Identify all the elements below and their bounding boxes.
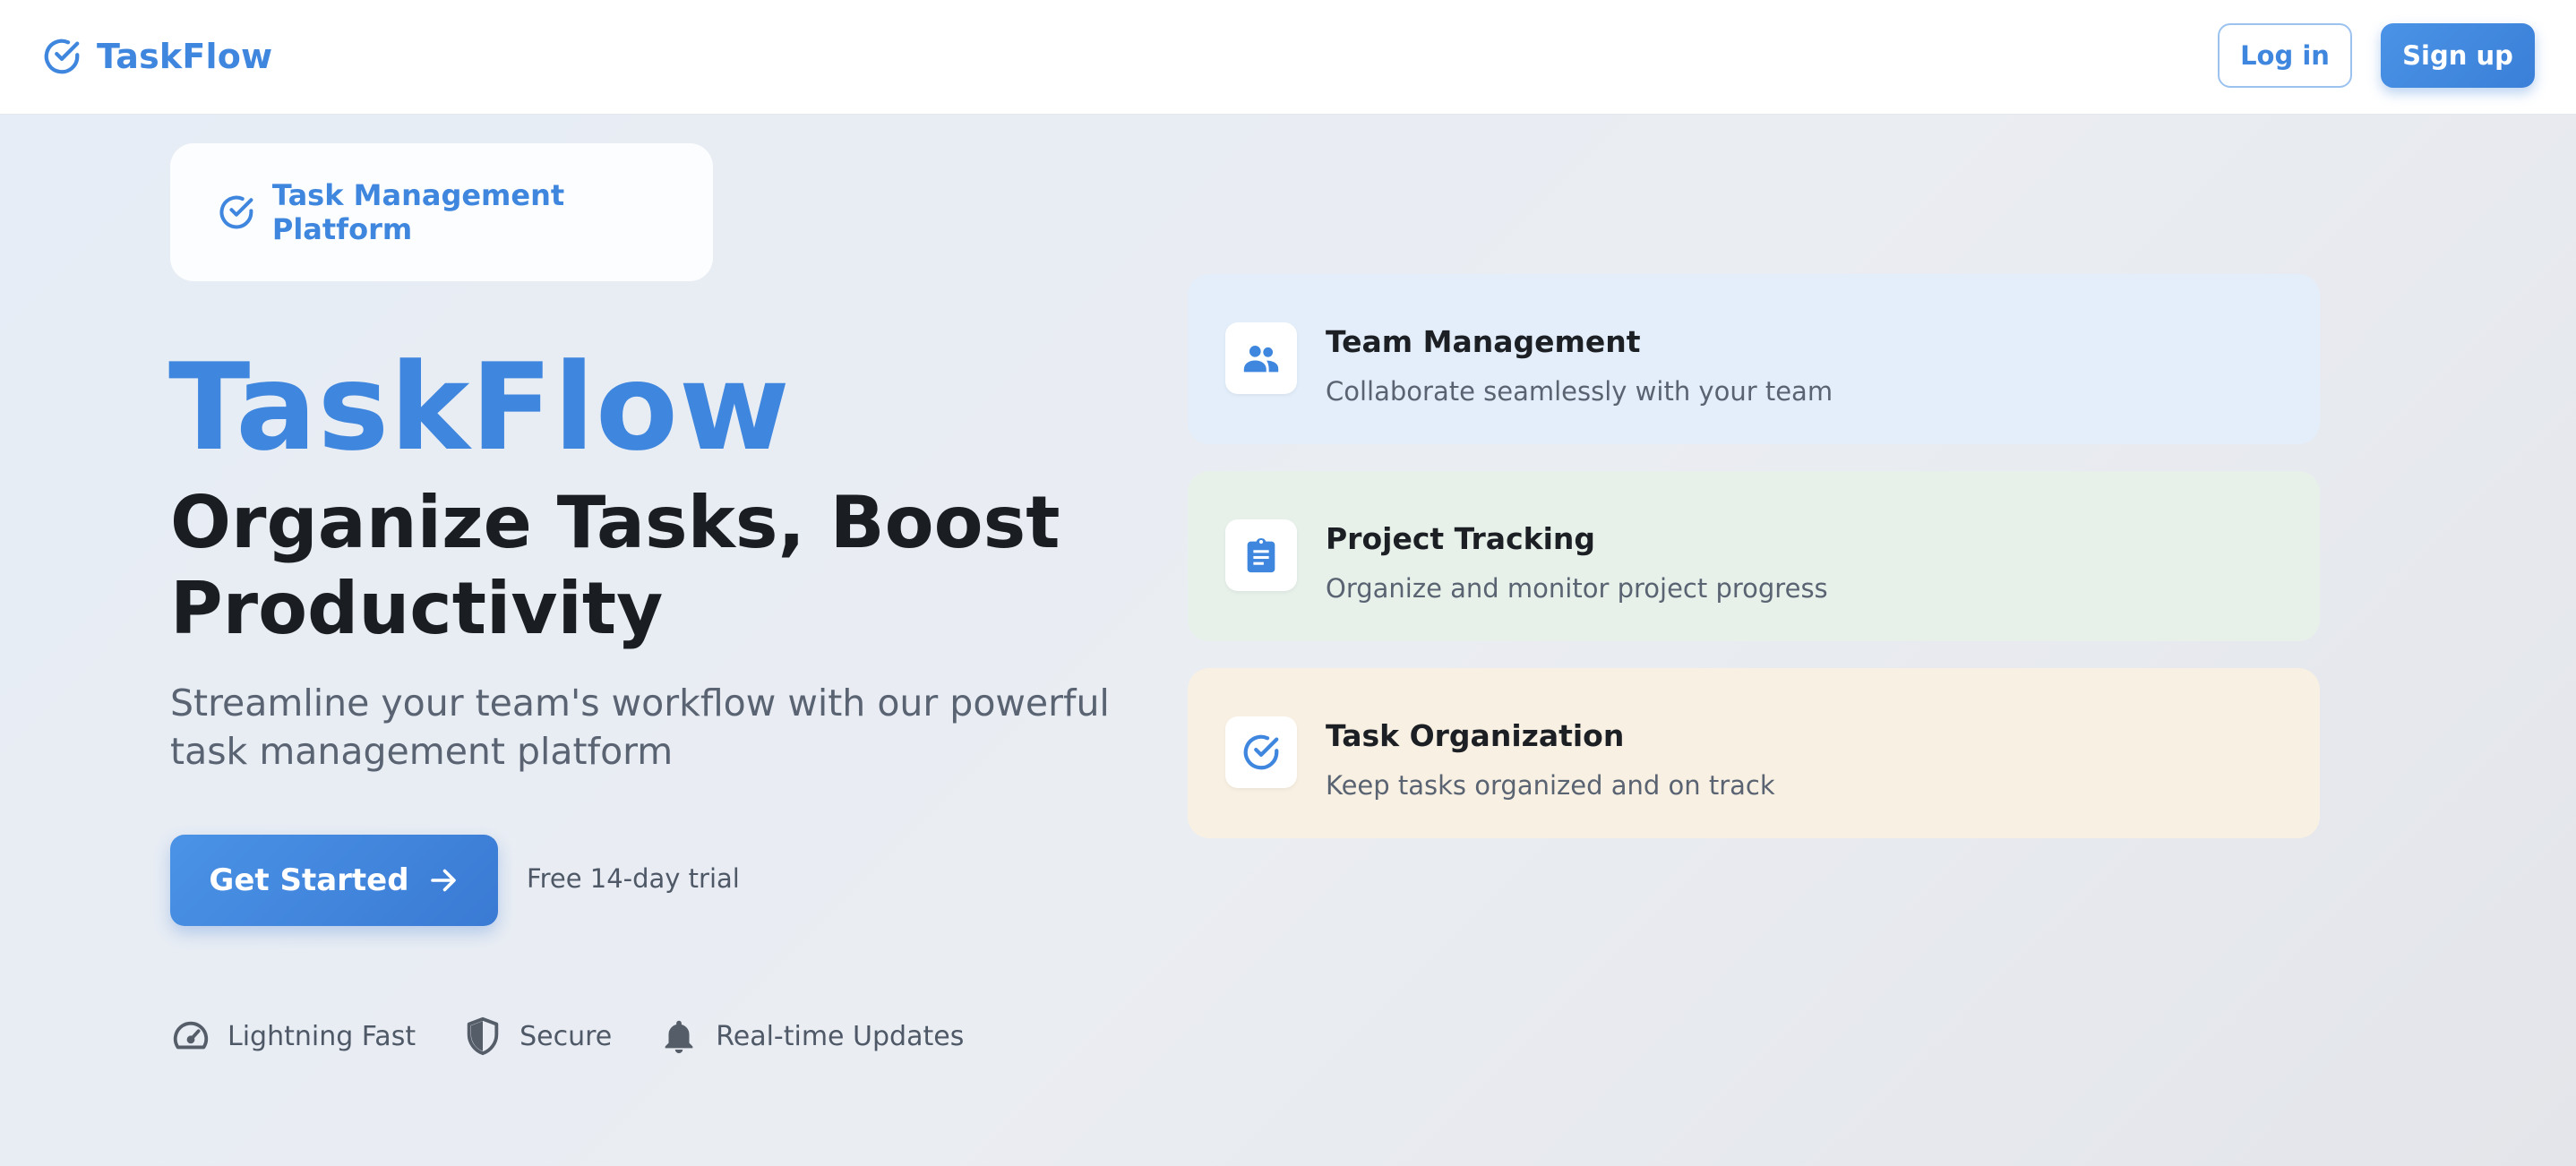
- card-title: Project Tracking: [1326, 521, 1596, 556]
- hero-headline: Organize Tasks, Boost Productivity: [170, 481, 1060, 650]
- feature-item-updates: Real-time Updates: [658, 1016, 964, 1057]
- get-started-button[interactable]: Get Started: [170, 835, 498, 926]
- feature-item-secure: Secure: [462, 1016, 612, 1057]
- feature-label: Real-time Updates: [716, 1020, 965, 1052]
- feature-card-projects: Project Tracking Organize and monitor pr…: [1188, 471, 2320, 641]
- bell-icon: [665, 1020, 693, 1054]
- check-circle-icon: [44, 39, 80, 74]
- feature-card-team: Team Management Collaborate seamlessly w…: [1188, 274, 2320, 444]
- signup-button[interactable]: Sign up: [2381, 23, 2535, 88]
- speedometer-icon: [173, 1021, 209, 1050]
- feature-list: Lightning Fast Secure Real-time Updates: [170, 1014, 1010, 1059]
- card-title: Task Organization: [1326, 718, 1625, 753]
- brand-logo[interactable]: TaskFlow: [41, 32, 272, 81]
- card-description: Keep tasks organized and on track: [1326, 770, 1775, 801]
- top-nav: TaskFlow Log in Sign up: [0, 0, 2576, 115]
- check-circle-icon: [1243, 734, 1279, 770]
- feature-card-tasks: Task Organization Keep tasks organized a…: [1188, 668, 2320, 838]
- feature-label: Lightning Fast: [228, 1020, 416, 1052]
- card-icon-box: [1225, 716, 1297, 788]
- shield-icon: [467, 1016, 499, 1056]
- check-circle-icon: [219, 195, 253, 229]
- brand-name: TaskFlow: [97, 37, 273, 76]
- login-button[interactable]: Log in: [2218, 23, 2352, 88]
- team-icon: [1243, 346, 1279, 373]
- card-icon-box: [1225, 519, 1297, 591]
- card-description: Organize and monitor project progress: [1326, 573, 1828, 604]
- arrow-right-icon: [430, 869, 456, 892]
- platform-badge: Task Management Platform: [170, 143, 713, 281]
- badge-label: Task Management Platform: [271, 178, 565, 246]
- feature-label: Secure: [519, 1020, 613, 1052]
- card-title: Team Management: [1326, 324, 1641, 359]
- clipboard-icon: [1247, 537, 1275, 573]
- feature-item-speed: Lightning Fast: [170, 1016, 416, 1057]
- get-started-label: Get Started: [209, 862, 409, 898]
- trial-note: Free 14-day trial: [527, 863, 740, 894]
- card-description: Collaborate seamlessly with your team: [1326, 376, 1833, 407]
- hero-brand-title: TaskFlow: [168, 338, 791, 477]
- card-icon-box: [1225, 322, 1297, 394]
- hero-subtitle: Streamline your team's workflow with our…: [170, 682, 1110, 773]
